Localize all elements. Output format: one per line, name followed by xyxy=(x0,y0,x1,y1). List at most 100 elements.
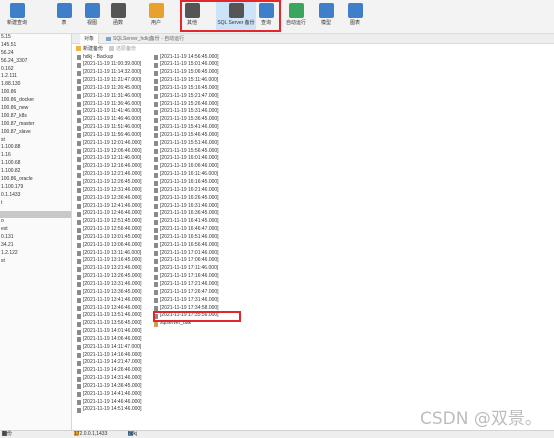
backup-file-item[interactable]: [2021-11-19 15:01:46.000] xyxy=(153,61,243,69)
tree-connection-item[interactable]: 100.87_slave xyxy=(0,129,71,137)
backup-file-item[interactable]: [2021-11-19 13:51:46.000] xyxy=(76,312,152,320)
tree-connection-item[interactable]: 34.21 xyxy=(0,242,71,250)
backup-file-item[interactable]: [2021-11-19 13:16:45.000] xyxy=(76,257,152,265)
tree-connection-item[interactable]: 1.100.82 xyxy=(0,168,71,176)
toolbar-button-10[interactable]: 图表 xyxy=(345,1,365,32)
toolbar-button-1[interactable]: 表 xyxy=(54,1,74,32)
tree-connection-item[interactable]: 1.100.88 xyxy=(0,144,71,152)
tree-connection-item[interactable]: 0.1.1433 xyxy=(0,192,71,200)
tree-connection-item[interactable]: 1.100.68 xyxy=(0,160,71,168)
backup-file-item[interactable]: [2021-11-19 17:16:46.000] xyxy=(153,273,243,281)
backup-file-item[interactable]: [2021-11-19 12:41:46.000] xyxy=(76,203,152,211)
backup-file-item[interactable]: [2021-11-19 11:51:46.000] xyxy=(76,124,152,132)
backup-file-item[interactable]: [2021-11-19 14:06:46.000] xyxy=(76,336,152,344)
tree-connection-item[interactable]: ext xyxy=(0,226,71,234)
tree-connection-item[interactable]: 1.16 xyxy=(0,152,71,160)
backup-file-item[interactable]: [2021-11-19 15:36:45.000] xyxy=(153,116,243,124)
backup-file-item[interactable]: [2021-11-19 15:56:45.000] xyxy=(153,148,243,156)
backup-file-item[interactable]: [2021-11-19 12:16:46.000] xyxy=(76,163,152,171)
backup-file-item[interactable]: [2021-11-19 15:06:45.000] xyxy=(153,69,243,77)
backup-file-item[interactable]: [2021-11-19 14:51:46.000] xyxy=(76,406,152,414)
backup-file-item[interactable]: [2021-11-19 12:51:45.000] xyxy=(76,218,152,226)
backup-file-item[interactable]: [2021-11-19 12:11:46.000] xyxy=(76,155,152,163)
tree-connection-item[interactable]: 100.86_oracle xyxy=(0,176,71,184)
backup-file-item[interactable]: [2021-11-19 15:26:46.000] xyxy=(153,101,243,109)
backup-file-item[interactable]: [2021-11-19 13:11:46.000] xyxy=(76,250,152,258)
backup-file-item[interactable]: [2021-11-19 17:31:46.000] xyxy=(153,297,243,305)
tree-connection-item[interactable]: 100.87_k8s xyxy=(0,113,71,121)
backup-file-item[interactable]: [2021-11-19 12:26:45.000] xyxy=(76,179,152,187)
backup-file-item[interactable]: [2021-11-19 16:56:46.000] xyxy=(153,242,243,250)
backup-file-item[interactable]: [2021-11-19 15:21:47.000] xyxy=(153,93,243,101)
backup-file-item[interactable]: [2021-11-19 11:41:46.000] xyxy=(76,108,152,116)
backup-file-item[interactable]: [2021-11-19 14:11:47.000] xyxy=(76,344,152,352)
backup-file-item[interactable]: [2021-11-19 14:31:46.000] xyxy=(76,375,152,383)
tab-backup-autorun[interactable]: SQLServer_hdkj备份 - 自动运行 xyxy=(102,34,188,44)
backup-file-item[interactable]: [2021-11-19 16:41:45.000] xyxy=(153,218,243,226)
tree-connection-item[interactable]: 5.15 xyxy=(0,34,71,42)
backup-file-item[interactable]: [2021-11-19 14:16:46.000] xyxy=(76,352,152,360)
backup-file-item[interactable]: [2021-11-19 15:11:46.000] xyxy=(153,77,243,85)
tab-objects[interactable]: 对象 xyxy=(80,34,100,44)
backup-file-item[interactable]: [2021-11-19 14:36:45.000] xyxy=(76,383,152,391)
tree-connection-item[interactable]: o xyxy=(0,218,71,226)
backup-file-item[interactable]: [2021-11-19 14:41:46.000] xyxy=(76,391,152,399)
backup-file-item[interactable]: [2021-11-19 12:36:46.000] xyxy=(76,195,152,203)
tree-connection-item[interactable]: 1.88.130 xyxy=(0,81,71,89)
tree-connection-item[interactable]: 145.51 xyxy=(0,42,71,50)
tree-connection-item[interactable]: 0.131 xyxy=(0,234,71,242)
tree-connection-item[interactable]: t xyxy=(0,200,71,208)
tree-connection-item[interactable]: st xyxy=(0,137,71,145)
tree-connection-item[interactable]: 56.24 xyxy=(0,50,71,58)
new-backup-button[interactable]: 新建备份 xyxy=(76,46,103,53)
backup-file-item[interactable]: [2021-11-19 11:56:46.000] xyxy=(76,132,152,140)
backup-file-item[interactable]: [2021-11-19 12:21:46.000] xyxy=(76,171,152,179)
backup-file-item[interactable]: [2021-11-19 12:46:46.000] xyxy=(76,210,152,218)
tree-connection-item[interactable]: 100.86_docker xyxy=(0,97,71,105)
backup-file-item[interactable]: hdkj - Backup xyxy=(76,54,152,62)
backup-file-item[interactable]: [2021-11-19 14:01:46.000] xyxy=(76,328,152,336)
tree-connection-item[interactable]: 1.2.111 xyxy=(0,73,71,81)
backup-file-item[interactable]: [2021-11-19 13:46:46.000] xyxy=(76,305,152,313)
backup-file-item[interactable]: [2021-11-19 16:26:45.000] xyxy=(153,195,243,203)
tree-connection-item[interactable]: 100.86_new xyxy=(0,105,71,113)
backup-file-item[interactable]: [2021-11-19 12:31:46.000] xyxy=(76,187,152,195)
backup-file-item[interactable]: [2021-11-19 16:16:45.000] xyxy=(153,179,243,187)
backup-file-item[interactable]: [2021-11-19 12:56:46.000] xyxy=(76,226,152,234)
backup-file-item[interactable]: [2021-11-19 17:06:46.000] xyxy=(153,257,243,265)
backup-file-item[interactable]: [2021-11-19 15:46:45.000] xyxy=(153,132,243,140)
backup-file-item[interactable]: [2021-11-19 15:51:46.000] xyxy=(153,140,243,148)
tree-connection-item[interactable]: 56.24_3307 xyxy=(0,58,71,66)
backup-file-item[interactable]: [2021-11-19 11:00:39.000] xyxy=(76,61,152,69)
backup-file-item[interactable]: [2021-11-19 12:06:46.000] xyxy=(76,148,152,156)
backup-file-item[interactable]: [2021-11-19 16:31:46.000] xyxy=(153,203,243,211)
backup-file-item[interactable]: [2021-11-19 17:11:46.000] xyxy=(153,265,243,273)
backup-file-item[interactable]: [2021-11-19 13:26:45.000] xyxy=(76,273,152,281)
backup-file-item[interactable]: [2021-11-19 13:21:46.000] xyxy=(76,265,152,273)
backup-file-item[interactable]: [2021-11-19 16:21:46.000] xyxy=(153,187,243,195)
tree-connection-item[interactable]: 1.2.122 xyxy=(0,250,71,258)
toolbar-button-9[interactable]: 模型 xyxy=(316,1,336,32)
toolbar-button-0[interactable]: 新建查询 xyxy=(4,1,30,32)
backup-file-item[interactable]: [2021-11-19 13:31:46.000] xyxy=(76,281,152,289)
tree-connection-item[interactable]: 0.162 xyxy=(0,66,71,74)
backup-file-item[interactable]: [2021-11-19 14:56:45.000] xyxy=(153,54,243,62)
toolbar-button-8[interactable]: 自动运行 xyxy=(283,1,309,32)
backup-file-item[interactable]: [2021-11-19 11:26:45.000] xyxy=(76,85,152,93)
backup-file-item[interactable]: [2021-11-19 14:26:46.000] xyxy=(76,367,152,375)
backup-file-item[interactable]: [2021-11-19 16:11:46.000] xyxy=(153,171,243,179)
tree-connection-item[interactable]: 1.100.179 xyxy=(0,184,71,192)
backup-file-item[interactable]: [2021-11-19 13:01:45.000] xyxy=(76,234,152,242)
backup-file-item[interactable]: [2021-11-19 16:01:46.000] xyxy=(153,155,243,163)
connection-tree-panel[interactable]: 5.15 145.51 56.24 56.24_3307 0.162 1.2.111 1.8… xyxy=(0,34,72,430)
backup-file-item[interactable]: [2021-11-19 17:01:46.000] xyxy=(153,250,243,258)
backup-file-item[interactable]: [2021-11-19 14:46:46.000] xyxy=(76,399,152,407)
backup-file-item[interactable]: [2021-11-19 15:31:46.000] xyxy=(153,108,243,116)
toolbar-button-4[interactable]: 用户 xyxy=(145,1,167,32)
backup-file-item[interactable]: [2021-11-19 15:41:46.000] xyxy=(153,124,243,132)
backup-file-item[interactable]: [2021-11-19 13:36:45.000] xyxy=(76,289,152,297)
backup-file-item[interactable]: [2021-11-19 16:36:45.000] xyxy=(153,210,243,218)
tree-connection-item[interactable]: 100.86 xyxy=(0,89,71,97)
toolbar-button-3[interactable]: 函数 xyxy=(108,1,128,32)
restore-backup-button[interactable]: 还原备份 xyxy=(109,46,136,53)
